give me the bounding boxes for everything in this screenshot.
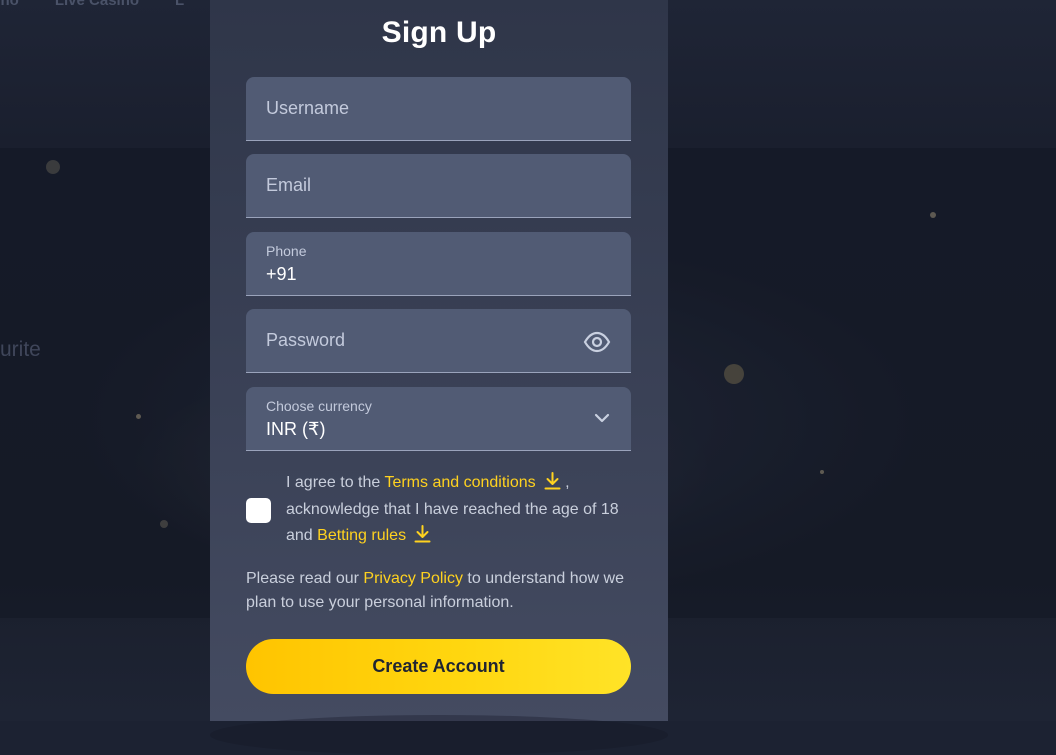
agreement-text-part: I agree to the [286,474,385,491]
chevron-down-icon[interactable] [593,409,611,427]
create-account-button[interactable]: Create Account [246,639,631,694]
currency-select[interactable]: Choose currency INR (₹) [246,387,631,451]
phone-value: +91 [266,264,297,284]
agreement-text-part: , [560,474,570,491]
terms-link[interactable]: Terms and conditions [384,474,535,491]
username-field[interactable]: Username [246,77,631,141]
currency-label: Choose currency [266,398,372,414]
phone-label: Phone [266,243,307,259]
phone-field[interactable]: Phone +91 [246,232,631,296]
password-field[interactable]: Password [246,309,631,373]
privacy-text-part: Please read our [246,570,364,587]
nav-item-partial[interactable]: L [175,0,184,14]
background-partial-text: urite [0,338,41,361]
sparkle [820,470,824,474]
privacy-policy-link[interactable]: Privacy Policy [363,570,463,587]
agreement-text: I agree to the Terms and conditions , ac… [286,470,631,550]
panel-bottom-shadow [210,715,668,755]
email-placeholder: Email [266,175,312,195]
nav-item-live-casino[interactable]: Live Casino [55,0,139,14]
top-nav: sino Live Casino L [0,0,184,14]
betting-rules-link[interactable]: Betting rules [317,527,406,544]
currency-value: INR (₹) [266,419,326,439]
signup-panel: Sign Up Username Email Phone +91 Passwor… [210,0,668,755]
sparkle [46,160,60,174]
page-title: Sign Up [381,16,497,49]
sparkle [136,414,141,419]
sparkle [160,520,168,528]
sparkle [724,364,744,384]
email-field[interactable]: Email [246,154,631,218]
eye-icon[interactable] [583,328,611,356]
agree-checkbox[interactable] [246,498,271,523]
username-placeholder: Username [266,98,350,118]
password-placeholder: Password [266,330,346,350]
sparkle [930,212,936,218]
privacy-notice: Please read our Privacy Policy to unders… [246,567,636,615]
download-icon[interactable] [414,525,431,543]
nav-item-casino[interactable]: sino [0,0,19,14]
download-icon[interactable] [544,472,561,490]
